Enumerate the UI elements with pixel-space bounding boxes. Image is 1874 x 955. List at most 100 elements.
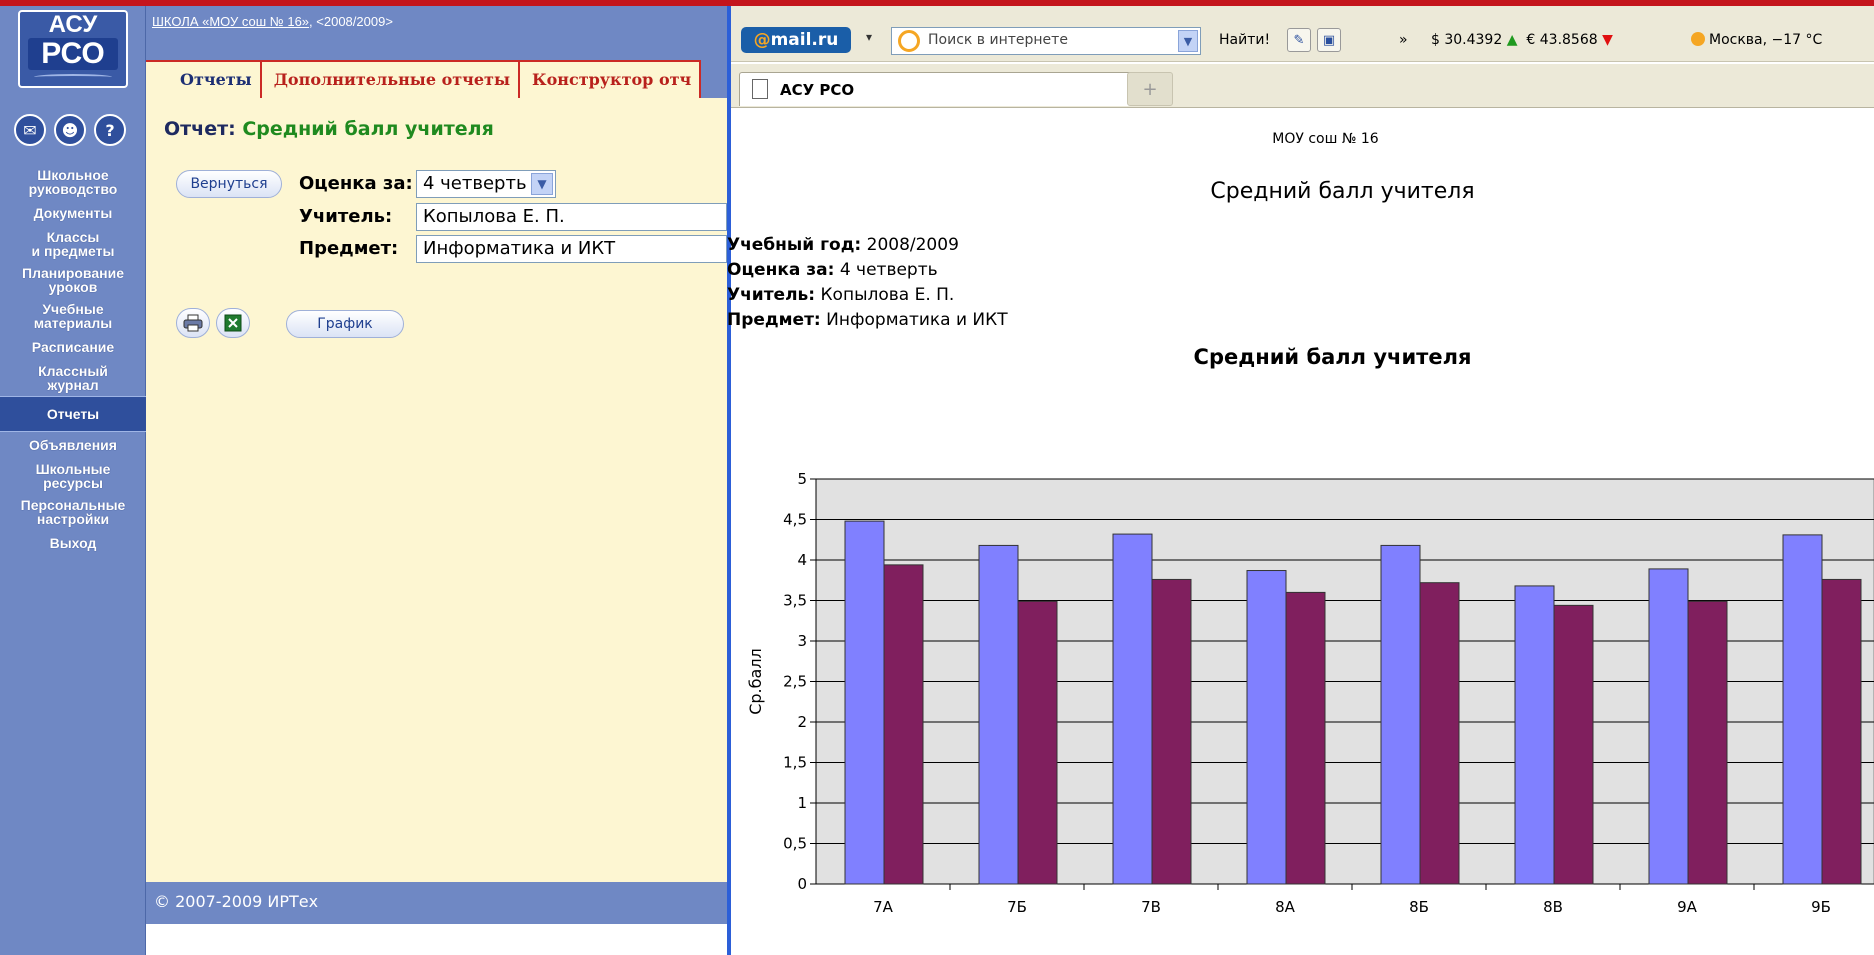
chevron-down-icon[interactable]: ▾ [866,30,872,44]
school-year-text: , <2008/2009> [309,14,393,29]
sidebar-item-announcements[interactable]: Объявления [0,432,146,458]
x-tick-label: 9Б [1811,898,1831,916]
bar-9А-series-1 [1648,568,1689,885]
excel-icon[interactable] [216,308,250,338]
school-link[interactable]: ШКОЛА «МОУ сош № 16» [152,14,309,29]
doc-subject-value: Информатика и ИКТ [826,310,1008,330]
sidebar-item-documents[interactable]: Документы [0,200,146,226]
find-button[interactable]: Найти! [1219,32,1270,48]
sidebar-item-classes-subjects[interactable]: Классы и предметы [0,226,146,262]
logo-top-text: АСУ [48,11,98,38]
bar-7В-series-2 [1151,578,1192,885]
bar-7А-series-1 [844,520,885,885]
sidebar-item-reports[interactable]: Отчеты [0,396,146,432]
doc-year-label: Учебный год: [727,235,862,255]
teacher-label: Учитель: [299,206,393,227]
mailru-logo[interactable]: @ mail.ru [741,27,851,53]
y-axis-label: Ср.балл [746,648,765,715]
doc-meta: Учебный год: 2008/2009 Оценка за: 4 четв… [727,233,1008,333]
pencil-icon[interactable]: ✎ [1287,28,1311,52]
chevron-down-icon[interactable]: ▼ [531,173,553,195]
x-tick-label: 8В [1543,898,1563,916]
sidebar-item-lesson-planning[interactable]: Планирование уроков [0,262,146,298]
chart-button[interactable]: График [286,310,404,338]
sidebar-item-schedule[interactable]: Расписание [0,334,146,360]
back-button[interactable]: Вернуться [176,170,282,198]
y-tick-label: 1,5 [783,754,807,772]
x-tick-label: 9А [1677,898,1698,916]
help-icon[interactable]: ? [94,114,126,146]
y-tick-label: 1 [797,794,807,812]
bar-9А-series-2 [1687,600,1728,885]
bar-9Б-series-2 [1821,578,1862,885]
browser-tab-asu-rso[interactable]: АСУ РСО [739,72,1139,106]
report-tabs: Отчеты Дополнительные отчеты Конструктор… [146,60,727,98]
grade-select-value: 4 четверть [423,173,527,194]
doc-year-value: 2008/2009 [866,235,959,255]
bar-7А-series-2 [883,564,924,885]
sidebar-item-learning-materials[interactable]: Учебные материалы [0,298,146,334]
up-arrow-icon: ▲ [1506,32,1518,48]
browser-toolbar: @ mail.ru ▾ Поиск в интернете ▼ Найти! ✎ … [731,6,1874,62]
down-arrow-icon: ▼ [1602,32,1613,48]
bar-7Б-series-1 [978,544,1019,885]
tab-reports[interactable]: Отчеты [168,60,262,98]
doc-subject-row: Предмет: Информатика и ИКТ [727,308,1008,333]
teacher-field[interactable]: Копылова Е. П. [416,203,727,231]
x-tick-label: 8А [1275,898,1296,916]
doc-grade-value: 4 четверть [839,260,938,280]
x-tick-label: 7Б [1007,898,1027,916]
page-icon [752,79,768,99]
asu-rso-app: АСУ РСО ✉ ☻ ? Школьное руководство Докуме… [0,6,727,955]
bar-8В-series-1 [1514,585,1555,885]
more-chevron[interactable]: » [1399,32,1408,48]
browser-window: @ mail.ru ▾ Поиск в интернете ▼ Найти! ✎ … [727,6,1874,955]
weather-widget[interactable]: Москва, −17 °C [1691,32,1822,48]
report-label: Отчет: [164,118,236,140]
tab-additional-reports[interactable]: Дополнительные отчеты [261,60,521,98]
school-breadcrumb: ШКОЛА «МОУ сош № 16», <2008/2009> [152,14,393,29]
browser-tabstrip: АСУ РСО + [731,64,1874,108]
bar-8Б-series-1 [1380,544,1421,885]
logo-bottom-text: РСО [28,38,118,70]
tab-report-builder[interactable]: Конструктор отч [520,60,702,98]
chevron-down-icon[interactable]: ▼ [1178,30,1198,52]
report-document: МОУ сош № 16 Средний балл учителя Учебны… [727,109,1874,955]
grade-select[interactable]: 4 четверть ▼ [416,170,556,198]
sidebar-item-personal-settings[interactable]: Персональные настройки [0,494,146,530]
bar-chart: 0 0,5 1 1,5 2 2,5 3 3,5 4 4,5 5 Ср.балл 7А 7Б 7В 8А 8Б 8В… [746,470,1874,916]
doc-school-name: МОУ сош № 16 [1272,131,1379,147]
new-tab-button[interactable]: + [1127,72,1173,106]
bar-7Б-series-2 [1017,600,1058,885]
browser-tab-title: АСУ РСО [780,81,855,99]
y-tick-label: 2 [797,713,807,731]
sidebar-icons: ✉ ☻ ? [14,114,126,146]
eur-rate: € 43.8568 [1526,32,1598,48]
sidebar-item-school-management[interactable]: Школьное руководство [0,164,146,200]
sidebar-item-class-journal[interactable]: Классный журнал [0,360,146,396]
currency-rates[interactable]: $ 30.4392 ▲ € 43.8568 ▼ [1431,32,1613,48]
x-tick-label: 8Б [1409,898,1429,916]
usd-rate: $ 30.4392 [1431,32,1503,48]
report-name: Средний балл учителя [242,118,494,140]
y-tick-label: 2,5 [783,673,807,691]
y-tick-label: 3,5 [783,592,807,610]
search-input[interactable]: Поиск в интернете ▼ [891,27,1201,55]
sidebar-item-school-resources[interactable]: Школьные ресурсы [0,458,146,494]
logo-swoosh [34,74,112,80]
asu-rso-logo[interactable]: АСУ РСО [18,10,128,88]
subject-field[interactable]: Информатика и ИКТ [416,235,727,263]
subject-label: Предмет: [299,238,399,259]
doc-subject-label: Предмет: [727,310,821,330]
sidebar-item-exit[interactable]: Выход [0,530,146,556]
print-icon[interactable] [176,308,210,338]
report-content: Отчеты Дополнительные отчеты Конструктор… [146,60,727,908]
mail-icon[interactable]: ✉ [14,114,46,146]
app-footer: © 2007-2009 ИРТех [146,882,727,924]
weather-text: Москва, −17 °C [1709,32,1823,48]
document-icon[interactable]: ▣ [1317,28,1341,52]
users-icon[interactable]: ☻ [54,114,86,146]
bar-9Б-series-1 [1782,534,1823,885]
doc-teacher-label: Учитель: [727,285,816,305]
y-tick-label: 0,5 [783,835,807,853]
